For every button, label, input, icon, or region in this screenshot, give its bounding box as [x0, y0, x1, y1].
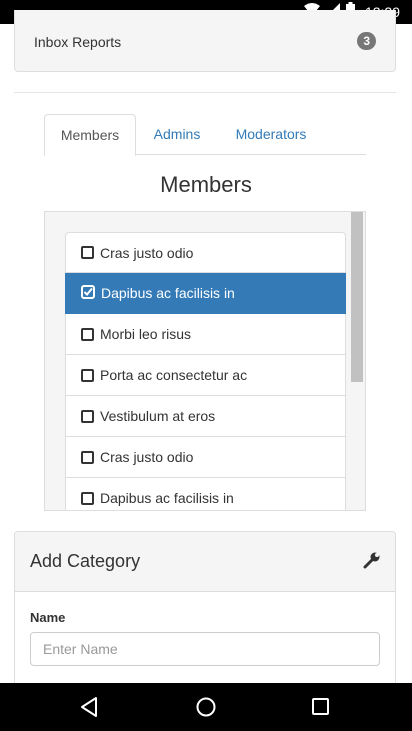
inbox-reports-panel[interactable]: Inbox Reports 3	[14, 10, 396, 72]
member-tabs: Members Admins Moderators	[44, 114, 366, 156]
members-list-box: Cras justo odio Dapibus ac facilisis in …	[44, 211, 366, 511]
list-item[interactable]: Morbi leo risus	[65, 314, 346, 355]
list-item[interactable]: Cras justo odio	[65, 437, 346, 478]
list-item[interactable]: Cras justo odio	[65, 232, 346, 273]
wrench-icon[interactable]	[363, 551, 381, 574]
list-item[interactable]: Dapibus ac facilisis in	[65, 478, 346, 510]
list-item-label: Vestibulum at eros	[100, 408, 216, 424]
checkbox-icon[interactable]	[81, 327, 94, 341]
add-category-title: Add Category	[30, 551, 141, 571]
name-input[interactable]	[30, 632, 380, 666]
list-item[interactable]: Dapibus ac facilisis in	[65, 273, 346, 314]
list-item-label: Dapibus ac facilisis in	[100, 490, 234, 506]
checked-checkbox-icon[interactable]	[81, 284, 95, 302]
list-item-label: Morbi leo risus	[100, 326, 192, 342]
members-list: Cras justo odio Dapibus ac facilisis in …	[65, 232, 346, 510]
recents-icon[interactable]	[310, 695, 332, 724]
list-item-label: Dapibus ac facilisis in	[101, 285, 235, 301]
tab-moderators[interactable]: Moderators	[224, 114, 318, 155]
tab-members[interactable]: Members	[44, 114, 136, 156]
checkbox-icon[interactable]	[81, 409, 94, 423]
section-title: Members	[160, 172, 252, 197]
tab-admins[interactable]: Admins	[142, 114, 212, 155]
back-icon[interactable]	[78, 695, 100, 724]
divider	[14, 92, 396, 93]
list-item[interactable]: Porta ac consectetur ac	[65, 355, 346, 396]
list-item-label: Cras justo odio	[100, 244, 194, 261]
checkbox-icon[interactable]	[81, 246, 94, 259]
inbox-count-badge: 3	[357, 32, 376, 50]
checkbox-icon[interactable]	[81, 368, 94, 382]
checkbox-icon[interactable]	[81, 450, 94, 464]
list-item-label: Porta ac consectetur ac	[100, 367, 248, 383]
checkbox-icon[interactable]	[81, 491, 94, 505]
home-icon[interactable]	[194, 695, 218, 724]
list-item[interactable]: Vestibulum at eros	[65, 396, 346, 437]
navigation-bar	[0, 683, 412, 731]
scrollbar-thumb[interactable]	[351, 212, 363, 382]
name-label: Name	[30, 610, 66, 625]
inbox-reports-label: Inbox Reports	[34, 34, 122, 50]
add-category-header: Add Category	[15, 532, 395, 592]
list-item-label: Cras justo odio	[100, 449, 194, 465]
